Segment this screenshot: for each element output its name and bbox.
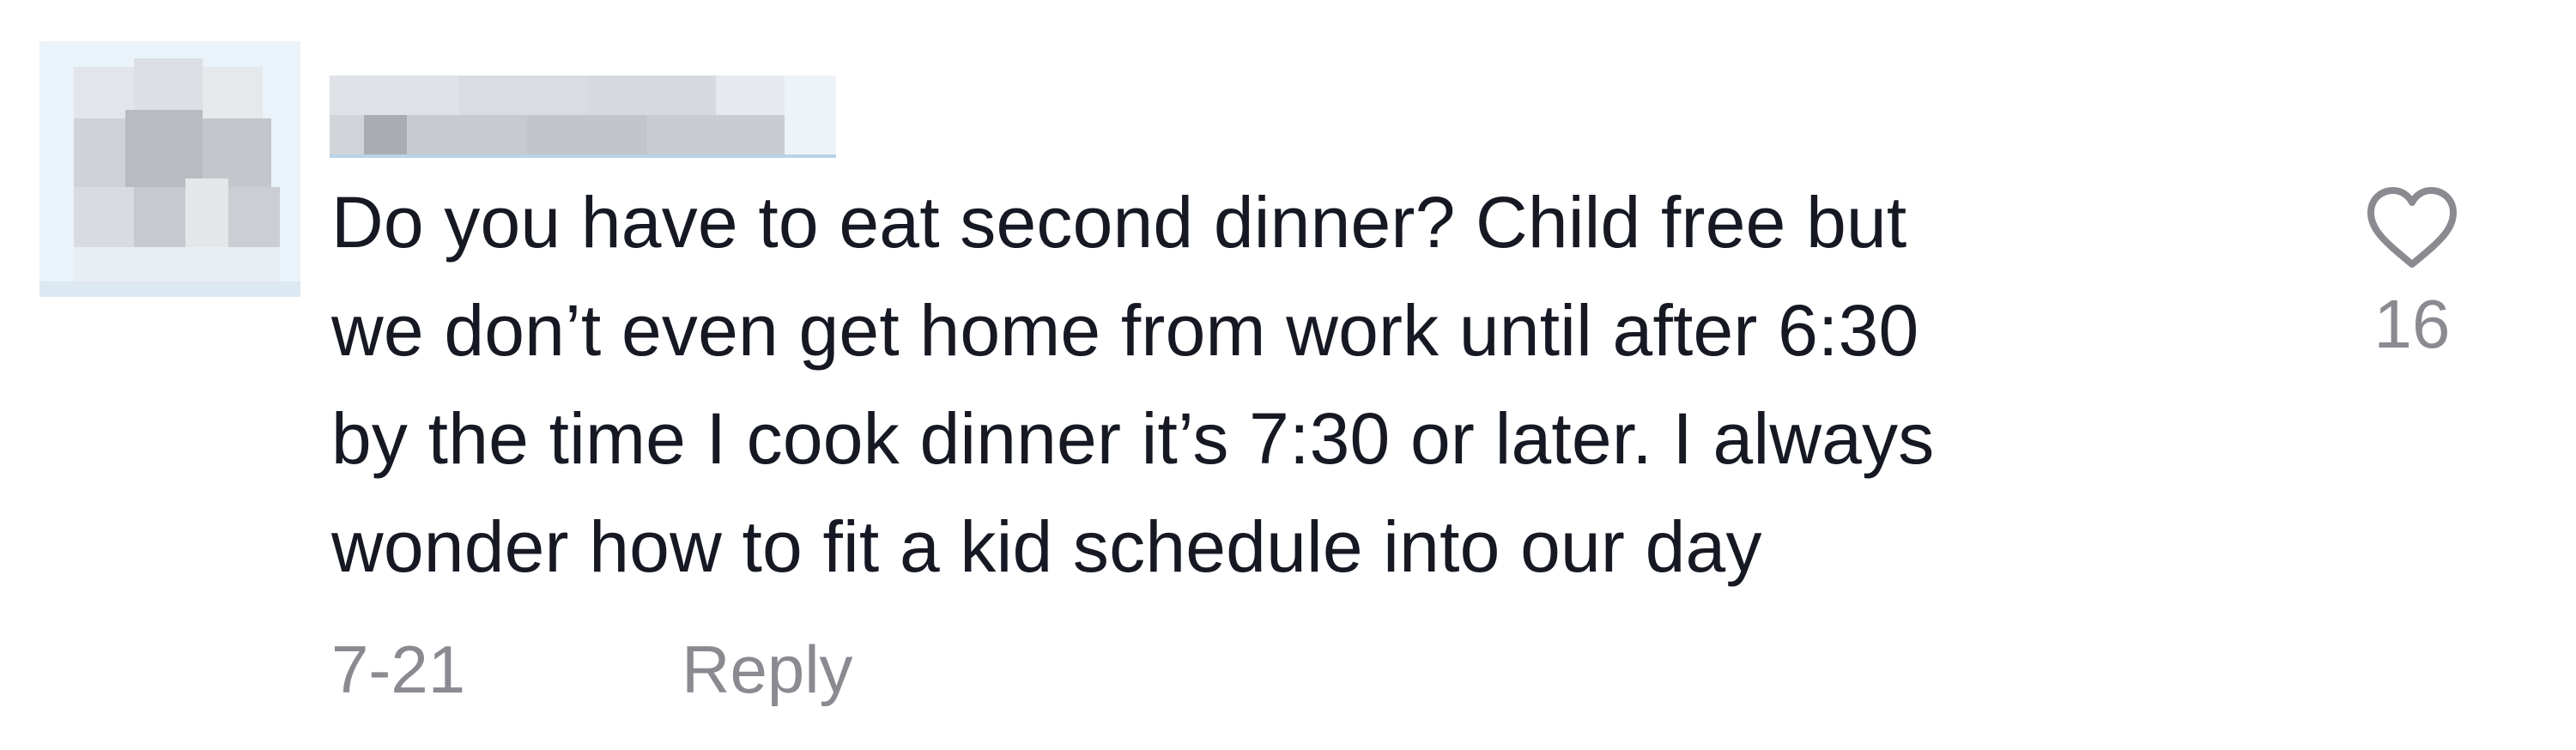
comment-item: Do you have to eat second dinner? Child … (0, 0, 2576, 750)
comment-text: Do you have to eat second dinner? Child … (331, 168, 2254, 601)
comment-text-line: we don’t even get home from work until a… (331, 290, 1919, 371)
like-count: 16 (2373, 286, 2451, 362)
heart-outline-icon[interactable] (2364, 185, 2460, 271)
comment-text-line: wonder how to fit a kid schedule into ou… (331, 506, 1762, 587)
comment-date: 7-21 (331, 631, 466, 707)
comment-text-line: by the time I cook dinner it’s 7:30 or l… (331, 398, 1935, 479)
like-control[interactable]: 16 (2343, 185, 2481, 364)
avatar[interactable] (39, 41, 300, 297)
comment-text-line: Do you have to eat second dinner? Child … (331, 182, 1907, 263)
reply-button[interactable]: Reply (682, 631, 852, 709)
comment-meta: 7-21 Reply (331, 626, 853, 712)
username-redacted[interactable] (330, 76, 836, 158)
